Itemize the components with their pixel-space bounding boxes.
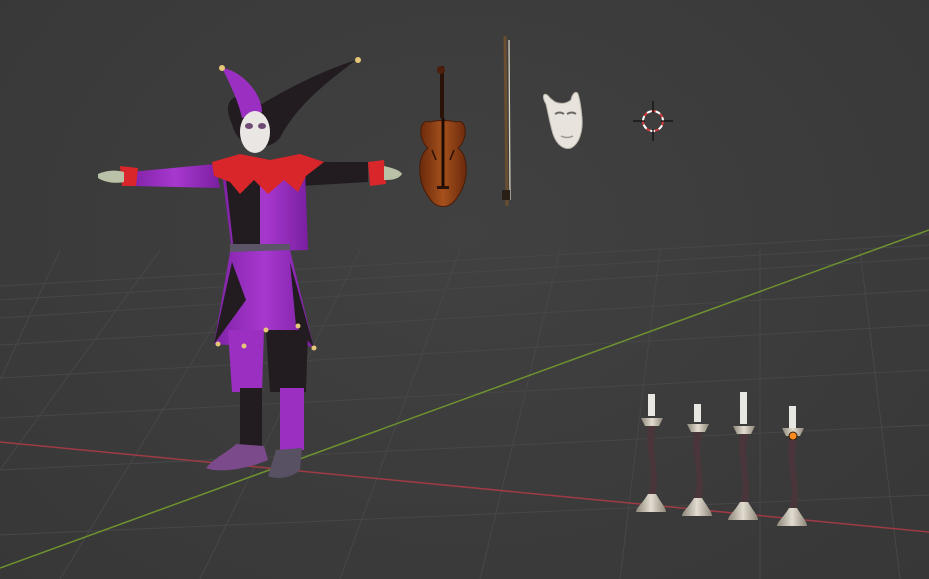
object-origin-icon — [788, 431, 798, 441]
3d-cursor-icon[interactable] — [633, 101, 673, 141]
scene-canvas[interactable] — [0, 0, 929, 579]
3d-viewport[interactable] — [0, 0, 929, 579]
candlestick-2[interactable] — [682, 404, 712, 516]
violin-bow[interactable] — [502, 35, 511, 207]
violin[interactable] — [419, 66, 467, 207]
candlestick-4[interactable] — [777, 406, 807, 526]
jester-character[interactable] — [98, 57, 402, 478]
candlestick-3[interactable] — [728, 392, 758, 520]
white-mask[interactable] — [542, 91, 583, 149]
